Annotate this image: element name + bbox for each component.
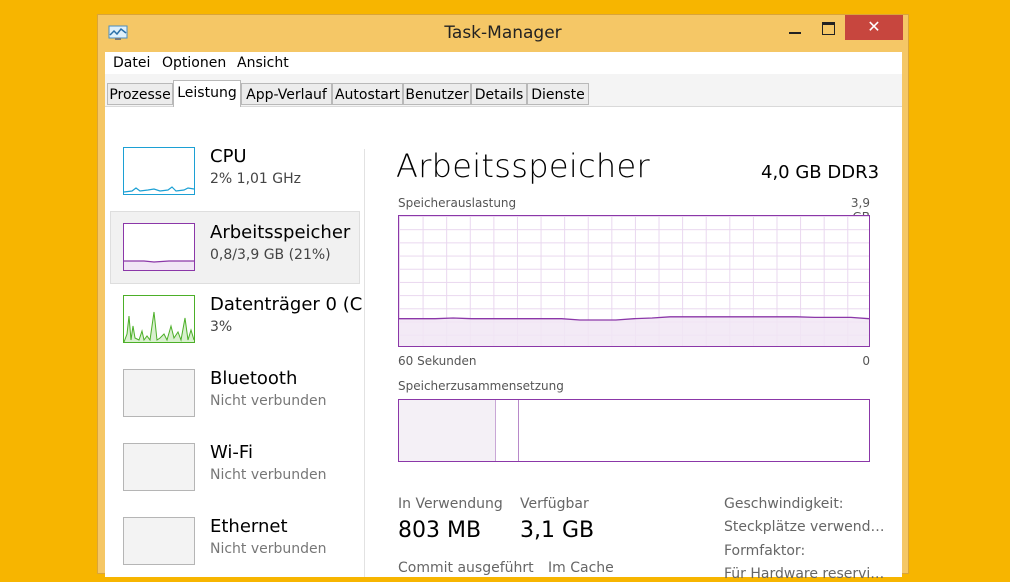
disk-thumbnail-graph: [123, 295, 195, 343]
in-use-label: In Verwendung: [398, 496, 503, 512]
form-factor-label: Formfaktor:: [724, 543, 806, 559]
slots-label: Steckplätze verwend…: [724, 519, 885, 535]
sidebar-item-memory[interactable]: Arbeitsspeicher 0,8/3,9 GB (21%): [110, 211, 360, 284]
maximize-button[interactable]: [814, 15, 842, 41]
sidebar-detail: Nicht verbunden: [210, 541, 327, 557]
memory-usage-graph: [398, 215, 870, 347]
tab-app-verlauf[interactable]: App-Verlauf: [241, 83, 332, 105]
time-axis-right: 0: [862, 354, 870, 368]
wifi-thumbnail-graph: [123, 443, 195, 491]
available-value: 3,1 GB: [520, 518, 595, 543]
composition-label: Speicherzusammensetzung: [398, 379, 564, 393]
memory-usage-area: [399, 316, 869, 346]
tab-benutzer[interactable]: Benutzer: [403, 83, 471, 105]
available-label: Verfügbar: [520, 496, 589, 512]
usage-graph-label: Speicherauslastung: [398, 196, 517, 210]
performance-panel: CPU 2% 1,01 GHz Arbeitsspeicher 0,8/3,9 …: [105, 107, 902, 582]
sidebar-item-disk[interactable]: Datenträger 0 (C: D:) 3%: [110, 287, 364, 360]
sidebar-label: Arbeitsspeicher: [210, 222, 351, 243]
bluetooth-thumbnail-graph: [123, 369, 195, 417]
tab-dienste[interactable]: Dienste: [527, 83, 589, 105]
tab-leistung[interactable]: Leistung: [173, 80, 241, 107]
sidebar-item-bluetooth[interactable]: Bluetooth Nicht verbunden: [110, 361, 360, 434]
close-button[interactable]: ✕: [845, 15, 903, 40]
tab-prozesse[interactable]: Prozesse: [107, 83, 173, 105]
menu-optionen[interactable]: Optionen: [162, 55, 226, 71]
title-bar[interactable]: Task-Manager ✕: [98, 15, 908, 51]
composition-in-use-segment: [399, 400, 496, 461]
cpu-thumbnail-graph: [123, 147, 195, 195]
sidebar-detail: Nicht verbunden: [210, 393, 327, 409]
tab-details[interactable]: Details: [471, 83, 527, 105]
sidebar-label: Datenträger 0 (C: D:): [210, 294, 364, 315]
sidebar-label: Bluetooth: [210, 368, 298, 389]
task-manager-window: Task-Manager ✕ Datei Optionen Ansicht Pr…: [97, 14, 909, 582]
menu-ansicht[interactable]: Ansicht: [237, 55, 289, 71]
menu-bar: Datei Optionen Ansicht: [105, 52, 902, 74]
sidebar-label: Wi-Fi: [210, 442, 253, 463]
hardware-reserved-label: Für Hardware reservi…: [724, 566, 885, 582]
composition-modified-segment: [495, 400, 519, 461]
memory-composition-bar: [398, 399, 870, 462]
cache-label: Im Cache: [548, 560, 614, 576]
menu-datei[interactable]: Datei: [113, 55, 150, 71]
sidebar-label: CPU: [210, 146, 247, 167]
sidebar-detail: 3%: [210, 319, 233, 335]
memory-thumbnail-graph: [123, 223, 195, 271]
memory-spec: 4,0 GB DDR3: [761, 162, 880, 183]
sidebar-label: Ethernet: [210, 516, 288, 537]
in-use-value: 803 MB: [398, 518, 482, 543]
sidebar-detail: 0,8/3,9 GB (21%): [210, 247, 331, 263]
sidebar-item-ethernet[interactable]: Ethernet Nicht verbunden: [110, 509, 360, 582]
minimize-button[interactable]: [781, 15, 809, 41]
page-title: Arbeitsspeicher: [396, 147, 650, 185]
ethernet-thumbnail-graph: [123, 517, 195, 565]
tab-strip: Prozesse Leistung App-Verlauf Autostart …: [105, 74, 902, 107]
sidebar-item-cpu[interactable]: CPU 2% 1,01 GHz: [110, 139, 360, 212]
commit-label: Commit ausgeführt: [398, 560, 534, 576]
time-axis-left: 60 Sekunden: [398, 354, 477, 368]
tab-autostart[interactable]: Autostart: [332, 83, 403, 105]
sidebar-item-wifi[interactable]: Wi-Fi Nicht verbunden: [110, 435, 360, 508]
sidebar-detail: Nicht verbunden: [210, 467, 327, 483]
sidebar-detail: 2% 1,01 GHz: [210, 171, 302, 187]
panel-divider: [364, 149, 365, 577]
speed-label: Geschwindigkeit:: [724, 496, 844, 512]
